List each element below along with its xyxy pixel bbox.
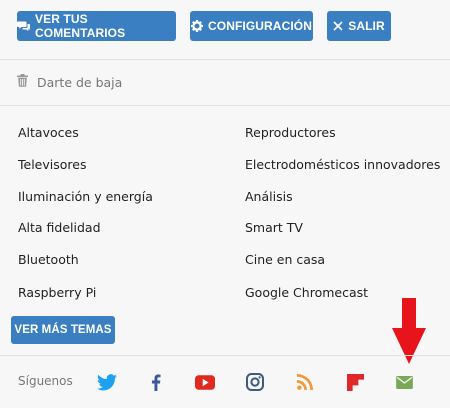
topic-link[interactable]: Google Chromecast (245, 285, 368, 300)
twitter-icon[interactable] (97, 372, 117, 392)
topic-link[interactable]: Reproductores (245, 125, 336, 140)
close-icon (333, 21, 343, 31)
arrow-down-icon (392, 298, 426, 368)
divider (0, 59, 450, 60)
topic-link[interactable]: Raspberry Pi (18, 285, 96, 300)
flipboard-icon[interactable] (345, 372, 365, 392)
facebook-icon[interactable] (146, 372, 166, 392)
email-icon[interactable] (394, 372, 414, 392)
topic-link[interactable]: Análisis (245, 189, 293, 204)
divider (0, 105, 450, 106)
configuration-label: CONFIGURACIÓN (208, 19, 312, 33)
logout-button[interactable]: SALIR (327, 11, 391, 41)
unsubscribe-label: Darte de baja (37, 74, 123, 90)
topic-link[interactable]: Cine en casa (245, 252, 325, 267)
topic-link[interactable]: Televisores (18, 157, 86, 172)
topic-link[interactable]: Bluetooth (18, 252, 79, 267)
logout-label: SALIR (348, 19, 385, 33)
view-comments-button[interactable]: VER TUS COMENTARIOS (17, 11, 176, 41)
configuration-button[interactable]: CONFIGURACIÓN (190, 11, 313, 41)
divider (0, 355, 450, 356)
unsubscribe-link[interactable]: Darte de baja (17, 74, 122, 90)
topic-link[interactable]: Altavoces (18, 125, 79, 140)
topic-link[interactable]: Iluminación y energía (18, 189, 153, 204)
topic-link[interactable]: Electrodomésticos innovadores (245, 157, 440, 172)
view-comments-label: VER TUS COMENTARIOS (35, 12, 126, 40)
rss-icon[interactable] (295, 372, 315, 392)
comments-icon (17, 20, 30, 32)
topic-link[interactable]: Alta fidelidad (18, 220, 101, 235)
more-topics-button[interactable]: VER MÁS TEMAS (11, 316, 115, 344)
topic-link[interactable]: Smart TV (245, 220, 303, 235)
more-topics-label: VER MÁS TEMAS (14, 324, 112, 336)
trash-icon (17, 74, 28, 90)
gear-icon (191, 20, 204, 32)
youtube-icon[interactable] (195, 372, 215, 392)
follow-us-label: Síguenos (18, 374, 73, 388)
instagram-icon[interactable] (245, 372, 265, 392)
